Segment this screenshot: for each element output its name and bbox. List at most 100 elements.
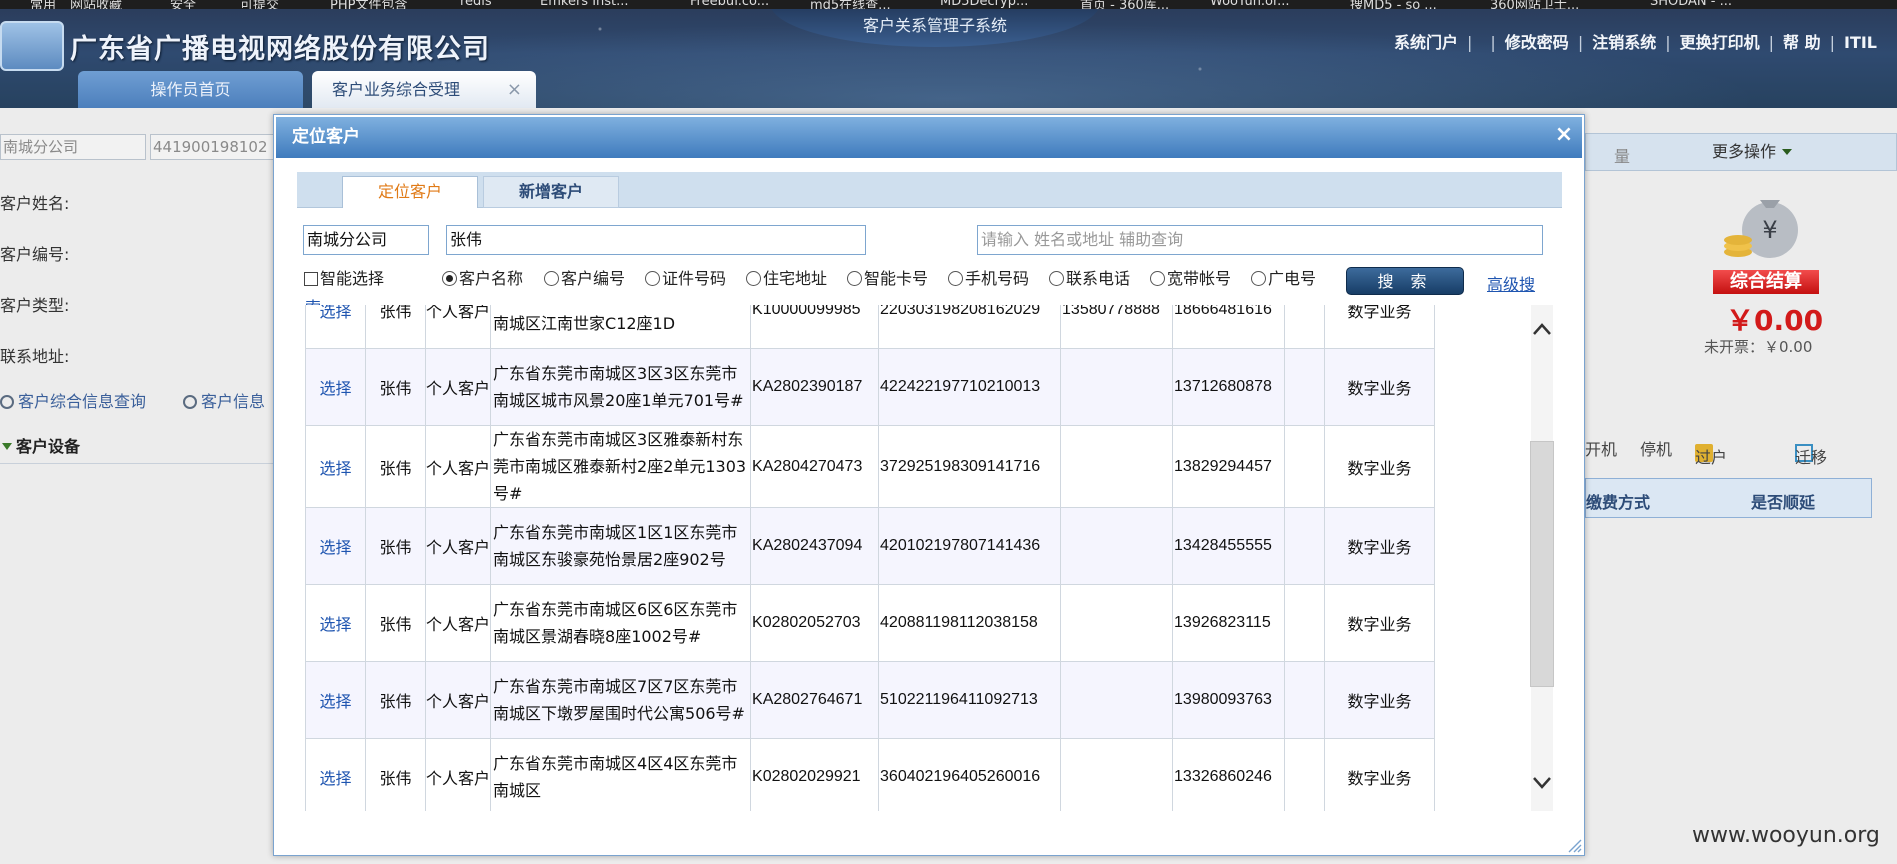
scroll-thumb[interactable] (1530, 441, 1554, 687)
cell-id-number: 420102197807141436 (878, 507, 1062, 585)
results-table: 选择张伟个人客户广东省东莞市南城区5区5区东莞市南城区江南世家C12座1DK10… (305, 305, 1436, 811)
table-row[interactable]: 选择 张伟 个人客户 广东省东莞市南城区3区雅泰新村东莞市南城区雅泰新村2座2单元13… (305, 425, 1436, 508)
bookmark-item[interactable]: 360网站卫士... (1490, 0, 1579, 9)
advanced-search-link[interactable]: 高级搜 (1487, 271, 1535, 295)
cell-mobile: 13712680878 (1172, 348, 1286, 426)
cell-extra (1284, 348, 1326, 426)
cell-name: 张伟 (365, 584, 426, 662)
bookmark-item[interactable]: 安全 (170, 0, 196, 9)
cell-customer-number: KA2802390187 (750, 348, 880, 426)
cell-id-number: 360402196405260016 (878, 738, 1062, 811)
radio-customer-number[interactable]: 客户编号 (544, 265, 625, 289)
expand-icon (2, 443, 12, 450)
nav-help[interactable]: 帮 助 (1783, 33, 1821, 52)
search-button[interactable]: 搜 索 (1346, 267, 1464, 295)
cell-mobile: 13326860246 (1172, 738, 1286, 811)
nav-itil[interactable]: ITIL (1844, 33, 1877, 52)
customer-code-field[interactable]: 441900198102 (150, 134, 275, 160)
select-link[interactable]: 选择 (305, 305, 366, 349)
tab-add-customer[interactable]: 新增客户 (483, 176, 619, 208)
bookmark-item[interactable]: 常用 (30, 0, 56, 9)
table-row[interactable]: 选择张伟个人客户广东省东莞市南城区5区5区东莞市南城区江南世家C12座1DK10… (305, 305, 1436, 349)
radio-gd-number[interactable]: 广电号 (1251, 265, 1316, 289)
select-link[interactable]: 选择 (305, 507, 366, 585)
cell-type: 个人客户 (424, 738, 492, 811)
cell-extra (1284, 425, 1326, 508)
bookmark-item[interactable]: MD5Decryp... (940, 0, 1028, 9)
select-link[interactable]: 选择 (305, 661, 366, 739)
radio-broadband[interactable]: 宽带帐号 (1150, 265, 1231, 289)
bookmark-item[interactable]: WooYun.or... (1210, 0, 1290, 9)
customer-info-link[interactable]: 客户信息 (183, 388, 265, 412)
cell-business: 数字业务 (1324, 348, 1436, 426)
nav-change-printer[interactable]: 更换打印机 (1680, 33, 1760, 52)
more-operations-button[interactable]: 更多操作 (1637, 133, 1857, 171)
cell-phone (1060, 348, 1174, 426)
bookmark-item[interactable]: md5在线查... (810, 0, 891, 9)
power-on-button[interactable]: 开机 (1585, 436, 1617, 460)
cell-mobile: 13980093763 (1172, 661, 1286, 739)
table-row[interactable]: 选择 张伟 个人客户 广东省东莞市南城区1区1区东莞市南城区东骏豪苑怡景居2座902号… (305, 507, 1436, 585)
select-link[interactable]: 选择 (305, 584, 366, 662)
cell-extra (1284, 507, 1326, 585)
table-row[interactable]: 选择 张伟 个人客户 广东省东莞市南城区4区4区东莞市南城区 K02802029921 3… (305, 738, 1436, 811)
bookmark-item[interactable]: SHODAN - ... (1650, 0, 1732, 9)
radio-mobile[interactable]: 手机号码 (948, 265, 1029, 289)
radio-home-address[interactable]: 住宅地址 (746, 265, 827, 289)
branch-field[interactable]: 南城分公司 (0, 134, 146, 160)
bookmark-item[interactable]: PHP文件包含 (330, 0, 407, 9)
name-search-input[interactable]: 张伟 (446, 225, 866, 255)
bookmark-item[interactable]: 可提交 (240, 0, 279, 9)
nav-change-password[interactable]: 修改密码 (1505, 33, 1569, 52)
settle-button[interactable]: 综合结算 (1713, 270, 1819, 294)
cell-phone (1060, 507, 1174, 585)
nav-portal[interactable]: 系统门户 (1394, 33, 1458, 52)
select-link[interactable]: 选择 (305, 738, 366, 811)
results-scrollbar[interactable] (1526, 305, 1558, 811)
tab-operator-home[interactable]: 操作员首页 (78, 71, 303, 108)
close-icon[interactable]: × (507, 71, 522, 108)
branch-input[interactable]: 南城分公司 (303, 225, 429, 255)
smart-select-checkbox[interactable]: 智能选择 (304, 265, 384, 289)
customer-info-query-link[interactable]: 客户综合信息查询 (0, 388, 146, 412)
cell-customer-number: K02802052703 (750, 584, 880, 662)
unbilled-amount: 未开票：￥0.00 (1704, 338, 1813, 356)
cell-phone: 13580778888 (1060, 305, 1174, 349)
bookmark-item[interactable]: 首页 - 360库... (1080, 0, 1169, 9)
table-row[interactable]: 选择 张伟 个人客户 广东省东莞市南城区3区3区东莞市南城区城市风景20座1单元701… (305, 348, 1436, 426)
bookmarks-bar: 常用 网站收藏 安全 可提交 PHP文件包含 redis Emkers Inst... Fre… (0, 0, 1897, 9)
subsystem-title: 客户关系管理子系统 (862, 16, 1007, 35)
bookmark-item[interactable]: 搜MD5 - so ... (1350, 0, 1437, 9)
cell-phone (1060, 661, 1174, 739)
bookmark-item[interactable]: Emkers Inst... (540, 0, 629, 9)
power-off-button[interactable]: 停机 (1640, 436, 1672, 460)
cell-customer-number: KA2802437094 (750, 507, 880, 585)
table-row[interactable]: 选择 张伟 个人客户 广东省东莞市南城区6区6区东莞市南城区景湖春晓8座1002号# K… (305, 584, 1436, 662)
select-link[interactable]: 选择 (305, 425, 366, 508)
locate-customer-dialog: 定位客户 × 定位客户 新增客户 南城分公司 张伟 请输入 姓名或地址 辅助查询… (273, 114, 1585, 856)
cell-business: 数字业务 (1324, 507, 1436, 585)
table-row[interactable]: 选择 张伟 个人客户 广东省东莞市南城区7区7区东莞市南城区下墩罗屋围时代公寓506号… (305, 661, 1436, 739)
assist-search-input[interactable]: 请输入 姓名或地址 辅助查询 (977, 225, 1543, 255)
close-icon[interactable]: × (1554, 124, 1574, 146)
radio-smart-card[interactable]: 智能卡号 (847, 265, 928, 289)
tab-customer-business[interactable]: 客户业务综合受理 × (312, 71, 536, 108)
bookmark-item[interactable]: 网站收藏 (70, 0, 122, 9)
cell-business: 数字业务 (1324, 425, 1436, 508)
nav-logout[interactable]: 注销系统 (1592, 33, 1656, 52)
radio-phone[interactable]: 联系电话 (1049, 265, 1130, 289)
cell-id-number: 372925198309141716 (878, 425, 1062, 508)
chevron-up-icon[interactable] (1531, 319, 1553, 341)
resize-grip-icon[interactable] (1566, 837, 1582, 853)
label-customer-name: 客户姓名: (0, 194, 70, 213)
bookmark-item[interactable]: redis (460, 0, 492, 9)
select-link[interactable]: 选择 (305, 348, 366, 426)
customer-device-section[interactable]: 客户设备 (0, 430, 275, 464)
chevron-down-icon[interactable] (1531, 771, 1553, 793)
bookmark-item[interactable]: Freebuf.co... (690, 0, 769, 9)
radio-id-number[interactable]: 证件号码 (645, 265, 726, 289)
tab-locate-customer[interactable]: 定位客户 (342, 176, 478, 208)
cell-name: 张伟 (365, 507, 426, 585)
radio-customer-name[interactable]: 客户名称 (442, 265, 523, 289)
company-logo (0, 21, 64, 71)
